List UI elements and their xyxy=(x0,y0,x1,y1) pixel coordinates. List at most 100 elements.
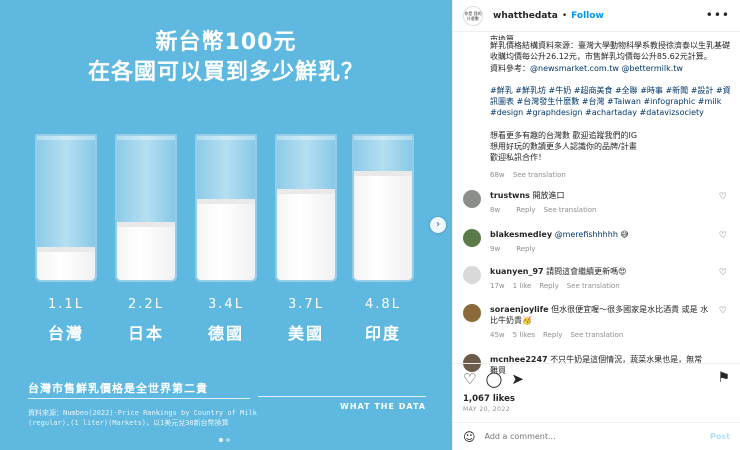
glass-rim xyxy=(117,136,175,140)
infographic-subtitle: 台灣市售鮮乳價格是全世界第二貴 xyxy=(28,382,208,395)
caption-reference: 資料參考：@newsmarket.com.tw @bettermilk.tw xyxy=(490,63,732,74)
comment-time[interactable]: 17w xyxy=(490,282,505,290)
post-comment-button[interactable]: Post xyxy=(710,432,730,441)
milk-fill xyxy=(117,222,175,280)
avatar[interactable] xyxy=(463,229,481,247)
comment-body: kuanyen_97 請問這會繼續更新嗎😍 17w 1 like Reply See t… xyxy=(490,266,710,292)
title-line-2: 在各國可以買到多少鮮乳？ xyxy=(87,60,364,85)
post-date[interactable]: MAY 20, 2022 xyxy=(463,406,510,413)
see-translation-link[interactable]: See translation xyxy=(513,171,566,179)
comment-mention[interactable]: @merefishhhhh xyxy=(555,230,618,239)
milk-fill xyxy=(354,170,412,280)
divider-line xyxy=(28,398,250,399)
caption-reference-prefix: 資料參考： xyxy=(490,63,530,73)
see-translation-link[interactable]: See translation xyxy=(567,282,620,290)
likes-count[interactable]: 1,067 likes xyxy=(463,394,515,404)
carousel-dot[interactable] xyxy=(226,438,230,442)
milk-glass xyxy=(195,134,257,282)
comment-body: trustwns 開放進口 8w Reply See translation xyxy=(490,190,710,216)
bookmark-icon[interactable]: ⚑ xyxy=(717,370,730,386)
comment-item: trustwns 開放進口 8w Reply See translation ♡ xyxy=(463,190,733,216)
username-link[interactable]: whatthedata xyxy=(493,11,558,21)
country-label: 日本 xyxy=(127,324,164,343)
heart-icon[interactable]: ♡ xyxy=(463,370,476,388)
volume-label: 1.1L xyxy=(48,297,84,312)
divider-line-brand xyxy=(258,396,426,397)
chevron-right-icon[interactable]: › xyxy=(430,217,446,233)
post-image[interactable]: 新台幣100元 在各國可以買到多少鮮乳？ 1.1L 台灣 2.2L 日本 3.4L 德國 3… xyxy=(0,0,452,450)
comment-meta: 8w Reply See translation xyxy=(490,205,710,216)
avatar[interactable] xyxy=(463,190,481,208)
comment-input[interactable] xyxy=(484,432,711,441)
post-caption: 市換算。 鮮乳價格結構資料來源：臺灣大學動物科學系教授徐濟泰以生乳基礎收購均價每… xyxy=(490,34,732,181)
post-side-panel: 你是 我的 什麼數 whatthedata • Follow ••• 市換算。 … xyxy=(452,0,740,450)
post-header: 你是 我的 什麼數 whatthedata • Follow ••• xyxy=(453,0,740,32)
share-icon[interactable]: ➤ xyxy=(511,370,524,388)
brand-logo: WHAT THE DATA xyxy=(340,402,426,411)
avatar[interactable] xyxy=(463,304,481,322)
add-comment-bar: ☺ Post xyxy=(453,422,740,450)
carousel-dots xyxy=(219,438,230,442)
caption-time[interactable]: 68w xyxy=(490,171,505,179)
instagram-post: 新台幣100元 在各國可以買到多少鮮乳？ 1.1L 台灣 2.2L 日本 3.4L 德國 3… xyxy=(0,0,740,450)
see-translation-link[interactable]: See translation xyxy=(570,331,623,339)
milk-glass xyxy=(35,134,97,282)
title-line-1: 新台幣100元 xyxy=(155,30,297,55)
reply-button[interactable]: Reply xyxy=(516,245,535,253)
see-translation-link[interactable]: See translation xyxy=(544,206,597,214)
comment-likes[interactable]: 1 like xyxy=(513,282,532,290)
emoji-icon[interactable]: ☺ xyxy=(463,430,476,444)
glass-rim xyxy=(277,136,335,140)
milk-glass xyxy=(352,134,414,282)
comment-text: 開放進口 xyxy=(532,191,565,200)
country-label: 台灣 xyxy=(47,324,84,343)
comment-username[interactable]: blakesmedley xyxy=(490,230,552,239)
heart-icon[interactable]: ♡ xyxy=(719,306,727,316)
comment-icon[interactable]: ◯ xyxy=(485,370,502,388)
avatar[interactable]: 你是 我的 什麼數 xyxy=(463,5,483,26)
comment-body: soraenjoylife 但水很便宜喔～很多國家是水比酒貴 或是 水比牛奶貴🥳… xyxy=(490,304,710,341)
caption-ending-3: 歡迎私訊合作！ xyxy=(490,153,546,163)
comment-time[interactable]: 9w xyxy=(490,245,500,253)
more-options-icon[interactable]: ••• xyxy=(706,8,730,22)
reply-button[interactable]: Reply xyxy=(516,206,535,214)
caption-mention-links[interactable]: @newsmarket.com.tw @bettermilk.tw xyxy=(530,64,683,73)
volume-label: 3.4L xyxy=(208,297,244,312)
reply-button[interactable]: Reply xyxy=(543,331,562,339)
comment-item: kuanyen_97 請問這會繼續更新嗎😍 17w 1 like Reply See t… xyxy=(463,266,733,292)
glass-rim xyxy=(37,136,95,140)
caption-hashtags[interactable]: #鮮乳 #鮮乳坊 #牛奶 #超商美食 #全聯 #時事 #新聞 #設計 #資訊圖表… xyxy=(490,85,732,119)
country-label: 印度 xyxy=(364,324,401,343)
comment-time[interactable]: 45w xyxy=(490,331,505,339)
follow-button[interactable]: Follow xyxy=(571,11,604,21)
avatar[interactable] xyxy=(463,266,481,284)
country-label: 德國 xyxy=(207,324,244,343)
milk-glass xyxy=(275,134,337,282)
comment-likes[interactable]: 5 likes xyxy=(513,331,535,339)
comment-username[interactable]: soraenjoylife xyxy=(490,305,549,314)
comment-time[interactable]: 8w xyxy=(490,206,500,214)
comment-item: soraenjoylife 但水很便宜喔～很多國家是水比酒貴 或是 水比牛奶貴🥳… xyxy=(463,304,733,341)
volume-label: 2.2L xyxy=(128,297,164,312)
comment-username[interactable]: kuanyen_97 xyxy=(490,267,544,276)
carousel-dot-active xyxy=(219,438,223,442)
separator-dot: • xyxy=(561,10,568,21)
milk-glass xyxy=(115,134,177,282)
heart-icon[interactable]: ♡ xyxy=(719,192,727,202)
comment-text: 😅 xyxy=(617,230,629,239)
comment-meta: 45w 5 likes Reply See translation xyxy=(490,330,710,341)
glass-rim xyxy=(354,136,412,140)
comment-text: 請問這會繼續更新嗎😍 xyxy=(546,267,627,276)
caption-ending-1: 想看更多有趣的台灣數 歡迎追蹤我們的IG xyxy=(490,130,638,140)
reply-button[interactable]: Reply xyxy=(539,282,558,290)
volume-label: 3.7L xyxy=(288,297,324,312)
comment-username[interactable]: trustwns xyxy=(490,191,530,200)
heart-icon[interactable]: ♡ xyxy=(719,268,727,278)
heart-icon[interactable]: ♡ xyxy=(719,231,727,241)
action-bar: ♡ ◯ ➤ ⚑ xyxy=(453,363,740,395)
country-label: 美國 xyxy=(287,324,324,343)
caption-meta: 68w See translation xyxy=(490,170,732,181)
glass-rim xyxy=(197,136,255,140)
caption-source: 鮮乳價格結構資料來源：臺灣大學動物科學系教授徐濟泰以生乳基礎收購均價每公升26.… xyxy=(490,41,730,62)
infographic-title: 新台幣100元 在各國可以買到多少鮮乳？ xyxy=(0,28,452,88)
